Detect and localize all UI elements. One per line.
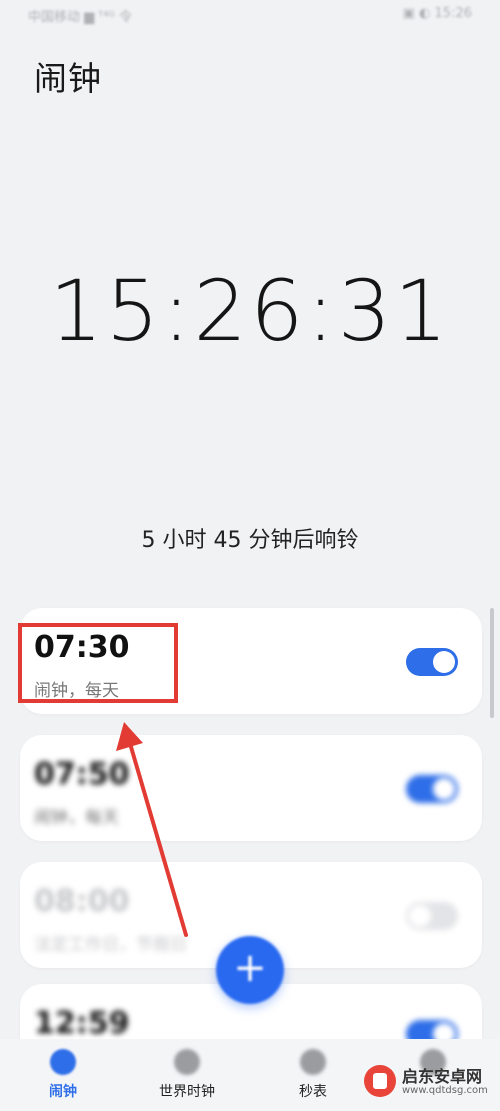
- alarm-time: 07:30: [34, 630, 130, 665]
- alarm-time: 08:00: [34, 884, 130, 919]
- alarm-time: 12:59: [34, 1006, 130, 1041]
- nav-tab-label: 闹钟: [49, 1084, 77, 1100]
- alarm-clock-icon: [50, 1049, 76, 1075]
- watermark-logo-icon: [364, 1065, 396, 1097]
- alarm-card-0750[interactable]: 07:50 闹钟，每天: [20, 735, 482, 841]
- toggle-knob: [409, 905, 431, 927]
- status-bar: 中国移动 ▆ ᵀ⁴ᴳ 令 ▣ ◐ 15:26: [0, 0, 500, 36]
- alarm-subtitle: 闹钟，每天: [34, 681, 119, 701]
- alarm-subtitle: 闹钟，每天: [34, 808, 119, 828]
- plus-icon: +: [233, 945, 267, 991]
- watermark: 启东安卓网 www.qdtdsg.com: [364, 1063, 494, 1103]
- watermark-url: www.qdtdsg.com: [402, 1085, 488, 1096]
- nav-tab-label: 世界时钟: [159, 1084, 215, 1100]
- status-time-battery: ▣ ◐ 15:26: [402, 6, 472, 21]
- nav-tab-alarm[interactable]: 闹钟: [8, 1049, 118, 1101]
- next-alarm-countdown: 5 小时 45 分钟后响铃: [141, 528, 359, 553]
- globe-icon: [174, 1049, 200, 1075]
- current-time-display: 15:26:31: [49, 262, 451, 360]
- nav-tab-world-clock[interactable]: 世界时钟: [132, 1049, 242, 1101]
- alarm-toggle[interactable]: [406, 648, 458, 676]
- alarm-subtitle: 法定工作日，节假日: [34, 935, 187, 955]
- stopwatch-icon: [300, 1049, 326, 1075]
- add-alarm-button[interactable]: +: [216, 936, 284, 1004]
- alarm-time: 07:50: [34, 757, 130, 792]
- alarm-toggle[interactable]: [406, 775, 458, 803]
- toggle-knob: [433, 651, 455, 673]
- toggle-knob: [433, 778, 455, 800]
- watermark-title: 启东安卓网: [402, 1067, 483, 1086]
- nav-tab-stopwatch[interactable]: 秒表: [258, 1049, 368, 1101]
- status-carrier: 中国移动 ▆ ᵀ⁴ᴳ 令: [28, 10, 132, 25]
- scrollbar[interactable]: [490, 608, 494, 718]
- nav-tab-label: 秒表: [299, 1084, 327, 1100]
- alarm-card-0730[interactable]: 07:30 闹钟，每天: [20, 608, 482, 714]
- page-title: 闹钟: [34, 59, 102, 98]
- alarm-toggle[interactable]: [406, 902, 458, 930]
